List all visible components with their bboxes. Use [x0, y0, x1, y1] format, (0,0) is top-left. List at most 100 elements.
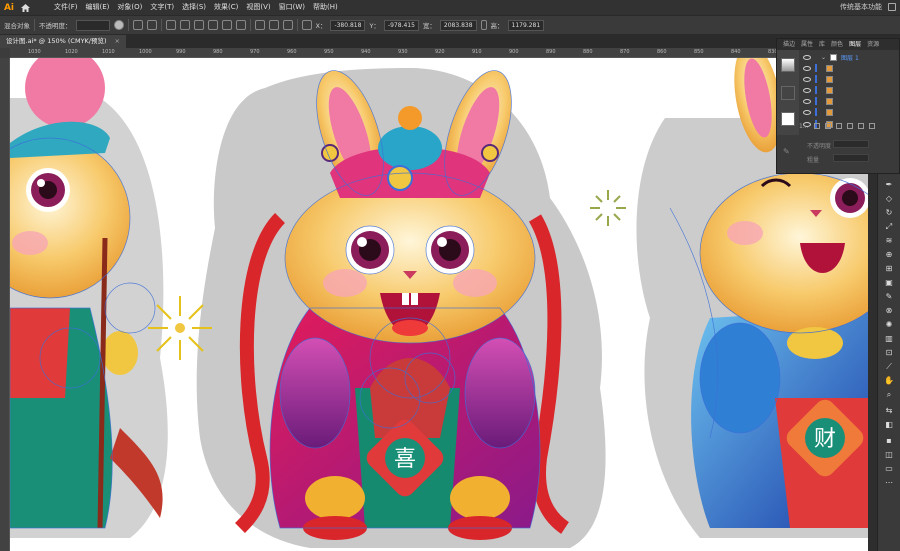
hand-icon[interactable]: ✋	[884, 376, 894, 386]
color-mode-icon[interactable]: ▪	[884, 436, 894, 446]
chevron-down-icon[interactable]: ⌄	[821, 54, 826, 61]
workspace-icon[interactable]	[888, 3, 896, 11]
x-field[interactable]: -380.818	[330, 19, 366, 31]
ruler-tick-label: 940	[361, 49, 371, 55]
menu-item[interactable]: 选择(S)	[178, 0, 210, 15]
panel-tab[interactable]: 属性	[798, 39, 816, 50]
y-field[interactable]: -978.415	[383, 19, 419, 31]
draw-mode-icon[interactable]: ◫	[884, 450, 894, 460]
ruler-corner[interactable]	[0, 48, 10, 58]
eraser-icon[interactable]: ◇	[884, 194, 894, 204]
reference-point-icon[interactable]	[301, 20, 312, 30]
distribute-icon[interactable]	[268, 20, 279, 30]
export-icon[interactable]	[813, 123, 820, 129]
eyedropper-icon[interactable]: ✎	[884, 292, 894, 302]
ruler-tick-label: 1030	[28, 49, 41, 55]
perspective-icon[interactable]: ⊞	[884, 264, 894, 274]
layer-row[interactable]: ⌄ 图层 1	[777, 52, 900, 62]
fill-stroke-icon[interactable]: ◧	[884, 420, 894, 430]
panel-tab[interactable]: 描边	[780, 39, 798, 50]
menu-item[interactable]: 窗口(W)	[275, 0, 309, 15]
blend-icon[interactable]: ⊗	[884, 306, 894, 316]
gradient-icon[interactable]: ▣	[884, 278, 894, 288]
divider	[249, 19, 251, 31]
screen-mode-icon[interactable]: ▭	[884, 464, 894, 474]
layer-count: 1...	[799, 122, 809, 130]
menu-item[interactable]: 效果(C)	[210, 0, 242, 15]
align-center-icon[interactable]	[179, 20, 190, 30]
eye-icon[interactable]	[803, 54, 811, 60]
panel-tab[interactable]: 图层	[846, 39, 864, 50]
slice-icon[interactable]: ⟋	[884, 362, 894, 372]
artboard-canvas[interactable]: 喜 财	[10, 58, 868, 551]
opacity-label: 不透明度	[807, 143, 832, 150]
panel-tab[interactable]: 资源	[864, 39, 882, 50]
link-icon[interactable]	[480, 20, 487, 30]
menu-item[interactable]: 文字(T)	[146, 0, 178, 15]
artboard-icon[interactable]: ⊡	[884, 348, 894, 358]
layer-color-bar	[815, 97, 817, 105]
medallion-character-cai: 财	[814, 427, 836, 452]
graph-icon[interactable]: ▥	[884, 334, 894, 344]
menu-item[interactable]: 帮助(H)	[309, 0, 342, 15]
align-middle-icon[interactable]	[221, 20, 232, 30]
sublayer-row[interactable]	[777, 85, 900, 95]
symbol-sprayer-icon[interactable]: ✺	[884, 320, 894, 330]
stroke-field[interactable]	[833, 154, 869, 162]
sublayer-row[interactable]	[777, 74, 900, 84]
align-bottom-icon[interactable]	[235, 20, 246, 30]
swap-colors-icon[interactable]: ⇆	[884, 406, 894, 416]
eyedropper-icon[interactable]: ✎	[783, 147, 790, 156]
eye-icon[interactable]	[803, 65, 811, 71]
menu-item[interactable]: 对象(O)	[113, 0, 146, 15]
horizontal-ruler[interactable]: 1030 1020 1010 1000 990 980 970 960 950 940 930 920…	[10, 48, 776, 58]
eye-icon[interactable]	[803, 87, 811, 93]
search-icon[interactable]	[824, 123, 831, 129]
more-tools-icon[interactable]: ⋯	[884, 478, 894, 488]
zoom-icon[interactable]: ⌕	[884, 390, 894, 400]
new-layer-icon[interactable]	[857, 123, 864, 129]
tools-panel: ✒ ◇ ↻ ⤢ ≋ ⊕ ⊞ ▣ ✎ ⊗ ✺ ▥ ⊡ ⟋ ✋ ⌕ ⇆ ◧ ▪ ◫ …	[877, 174, 900, 551]
panel-tab[interactable]: 颜色	[828, 39, 846, 50]
height-field[interactable]: 1179.281	[507, 19, 545, 31]
vertical-ruler[interactable]	[0, 58, 10, 551]
new-sublayer-icon[interactable]	[846, 123, 853, 129]
workspace-switcher[interactable]: 传统基本功能	[840, 0, 882, 15]
recolor-icon[interactable]	[113, 20, 124, 30]
ruler-tick-label: 900	[509, 49, 519, 55]
eye-icon[interactable]	[803, 76, 811, 82]
distribute-icon[interactable]	[254, 20, 265, 30]
clip-icon[interactable]	[835, 123, 842, 129]
menu-item[interactable]: 文件(F)	[50, 0, 82, 15]
panel-tab[interactable]: 库	[816, 39, 828, 50]
warp-icon[interactable]: ≋	[884, 236, 894, 246]
close-tab-icon[interactable]: ×	[115, 37, 120, 45]
menu-items: 文件(F) 编辑(E) 对象(O) 文字(T) 选择(S) 效果(C) 视图(V) 窗口(W)…	[50, 0, 342, 15]
align-right-icon[interactable]	[193, 20, 204, 30]
document-tab[interactable]: 设计图.ai* @ 150% (CMYK/预览) ×	[0, 35, 126, 48]
grid-icon[interactable]	[132, 20, 143, 30]
ruler-tick-label: 980	[213, 49, 223, 55]
sublayer-row[interactable]	[777, 63, 900, 73]
sublayer-row[interactable]	[777, 96, 900, 106]
rotate-icon[interactable]: ↻	[884, 208, 894, 218]
menu-item[interactable]: 视图(V)	[242, 0, 274, 15]
menu-item[interactable]: 编辑(E)	[82, 0, 114, 15]
sublayer-thumbnail	[826, 75, 833, 83]
scale-icon[interactable]: ⤢	[884, 222, 894, 232]
eye-icon[interactable]	[803, 109, 811, 115]
sublayer-row[interactable]	[777, 107, 900, 117]
layer-name[interactable]: 图层 1	[841, 53, 859, 62]
grid-icon[interactable]	[146, 20, 157, 30]
opacity-field[interactable]	[833, 140, 869, 148]
eye-icon[interactable]	[803, 98, 811, 104]
trash-icon[interactable]	[868, 123, 875, 129]
align-top-icon[interactable]	[207, 20, 218, 30]
width-field[interactable]: 2083.838	[439, 19, 477, 31]
align-left-icon[interactable]	[165, 20, 176, 30]
pen-icon[interactable]: ✒	[884, 180, 894, 190]
home-icon[interactable]	[18, 0, 32, 15]
shape-builder-icon[interactable]: ⊕	[884, 250, 894, 260]
distribute-icon[interactable]	[282, 20, 293, 30]
opacity-field[interactable]	[75, 19, 110, 31]
